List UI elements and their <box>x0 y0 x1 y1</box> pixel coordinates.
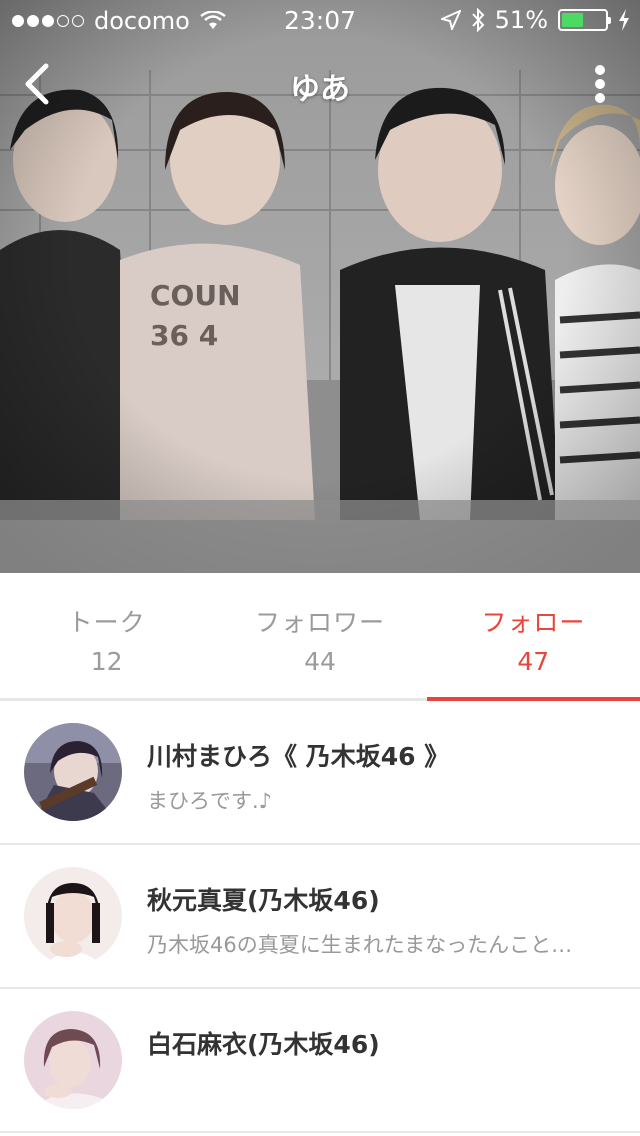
status-bar: docomo 23:07 51% <box>0 0 640 40</box>
bluetooth-icon <box>471 8 485 32</box>
list-item[interactable]: 白石麻衣(乃木坂46) <box>0 989 640 1133</box>
list-item[interactable]: 秋元真夏(乃木坂46) 乃木坂46の真夏に生まれたまなったんこと… <box>0 845 640 989</box>
nav-bar: ゆあ <box>0 50 640 120</box>
profile-tabs: トーク 12 フォロワー 44 フォロー 47 <box>0 573 640 701</box>
page-title: ゆあ <box>290 72 350 107</box>
following-list: 川村まひろ《 乃木坂46 》 まひろです.♪ 秋元真夏(乃木坂46) 乃木坂46… <box>0 701 640 1133</box>
tab-followers[interactable]: フォロワー 44 <box>213 573 426 698</box>
user-name: 白石麻衣(乃木坂46) <box>147 1030 380 1059</box>
charging-bolt-icon <box>619 9 629 31</box>
more-options-button[interactable] <box>588 62 612 106</box>
profile-header: COUN 36 4 docomo <box>0 0 640 573</box>
avatar <box>24 1011 122 1109</box>
avatar <box>24 723 122 821</box>
tab-followers-count: 44 <box>304 647 336 676</box>
user-name: 秋元真夏(乃木坂46) <box>147 886 380 915</box>
tab-following[interactable]: フォロー 47 <box>426 573 640 701</box>
user-description: まひろです.♪ <box>147 789 273 813</box>
user-description: 乃木坂46の真夏に生まれたまなったんこと… <box>147 933 573 957</box>
tab-talk-count: 12 <box>90 647 123 676</box>
tab-talk[interactable]: トーク 12 <box>0 573 213 698</box>
user-name: 川村まひろ《 乃木坂46 》 <box>147 742 450 771</box>
tab-talk-label: トーク <box>67 608 146 637</box>
status-bar-right: 51% <box>440 6 630 34</box>
battery-icon <box>558 9 611 31</box>
tab-followers-label: フォロワー <box>254 608 385 637</box>
avatar <box>24 867 122 965</box>
battery-level <box>562 13 584 27</box>
tab-following-label: フォロー <box>481 608 586 637</box>
battery-percent: 51% <box>494 6 548 34</box>
vertical-ellipsis-icon <box>595 65 605 103</box>
location-arrow-icon <box>440 10 461 30</box>
list-item[interactable]: 川村まひろ《 乃木坂46 》 まひろです.♪ <box>0 701 640 845</box>
tab-following-count: 47 <box>517 647 550 676</box>
